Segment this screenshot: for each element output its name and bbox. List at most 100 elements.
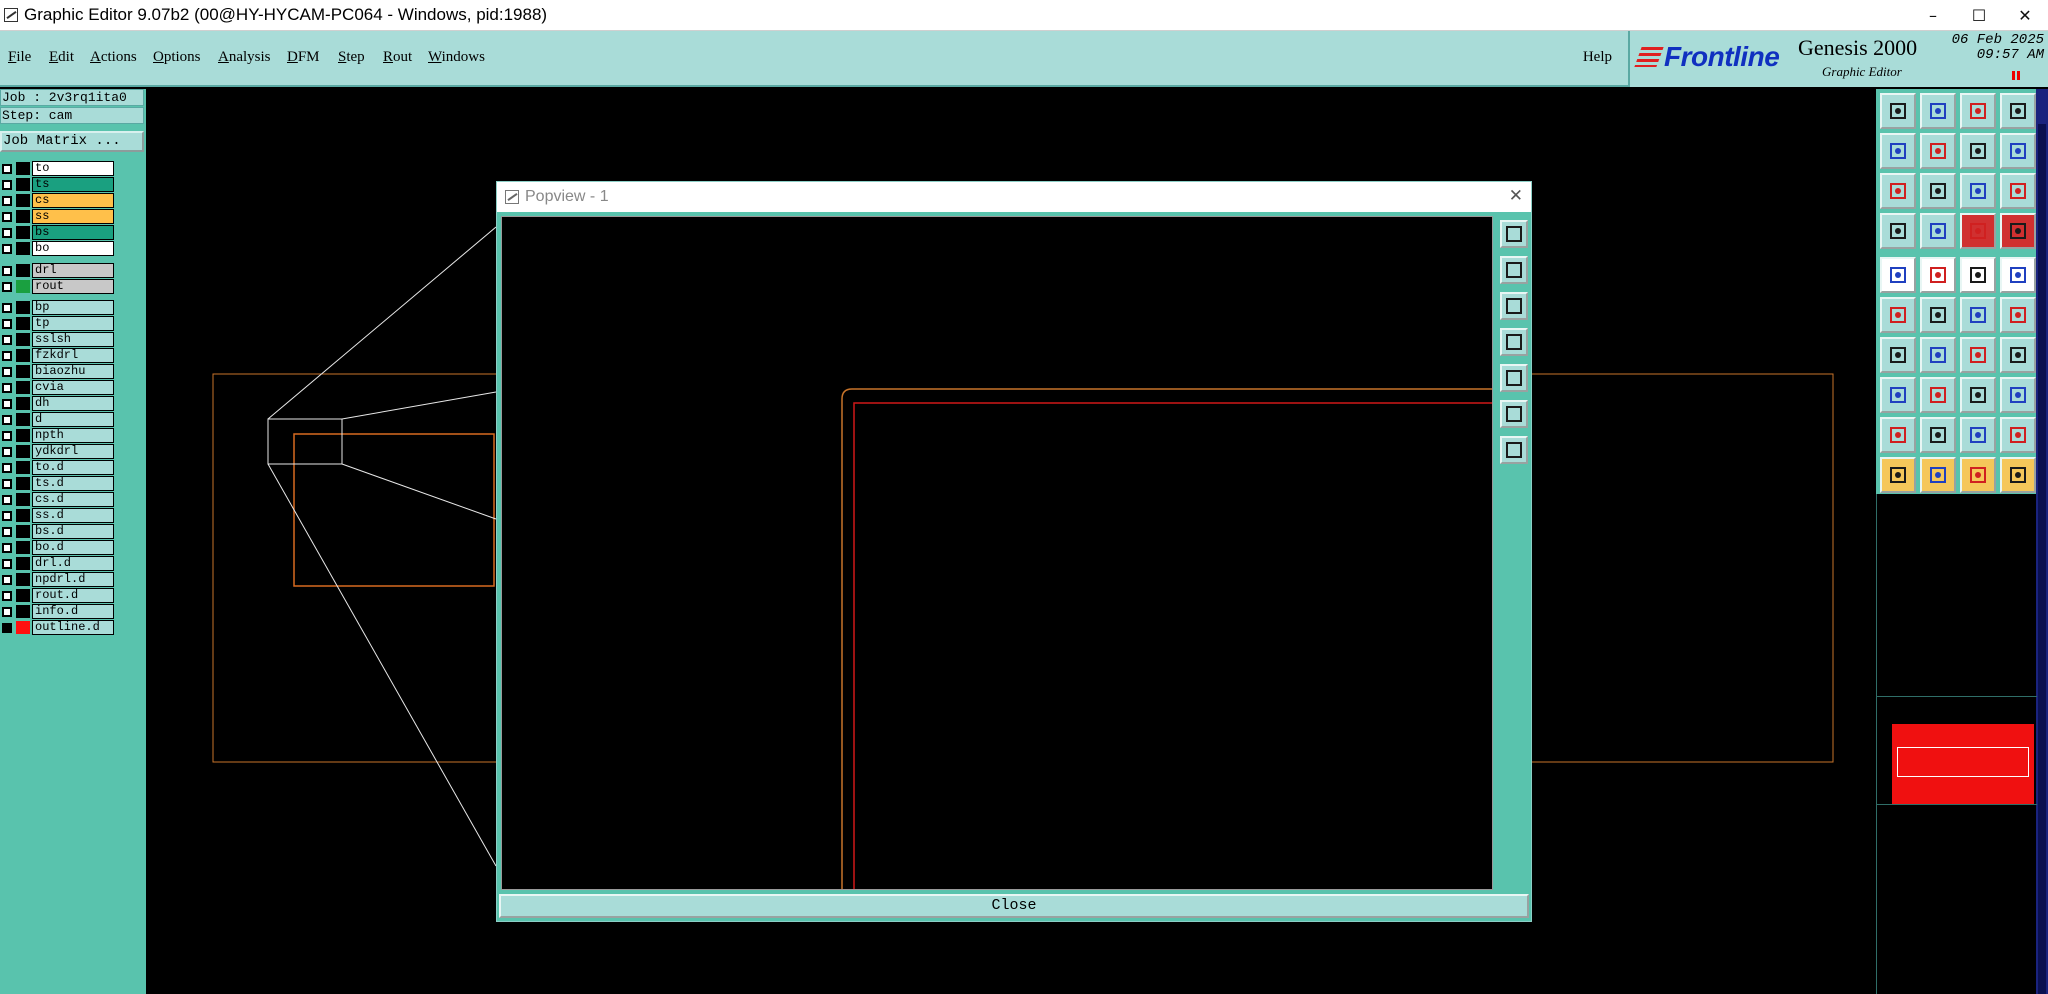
layer-checkbox[interactable] bbox=[2, 180, 12, 190]
menu-dfm[interactable]: DFM bbox=[287, 49, 320, 66]
layer-checkbox[interactable] bbox=[2, 495, 12, 505]
layer-name[interactable]: fzkdrl bbox=[32, 348, 114, 363]
layer-row[interactable]: bo.d bbox=[0, 540, 118, 555]
layer-row[interactable]: ss.d bbox=[0, 508, 118, 523]
minimize-button[interactable]: – bbox=[1910, 0, 1956, 31]
layer-row[interactable]: drl bbox=[0, 263, 118, 278]
layer-row[interactable]: rout.d bbox=[0, 588, 118, 603]
layer-row[interactable]: cs.d bbox=[0, 492, 118, 507]
layer-checkbox[interactable] bbox=[2, 282, 12, 292]
pan-left-icon[interactable] bbox=[1880, 133, 1916, 169]
menu-file[interactable]: File bbox=[8, 49, 31, 66]
angle-icon[interactable] bbox=[1880, 337, 1916, 373]
zoom-in-icon[interactable] bbox=[1920, 93, 1956, 129]
surface-icon[interactable] bbox=[1960, 257, 1996, 293]
layer-row[interactable]: dh bbox=[0, 396, 118, 411]
layer-name[interactable]: bo.d bbox=[32, 540, 114, 555]
layer-row[interactable]: d bbox=[0, 412, 118, 427]
zoom-out-icon[interactable] bbox=[1960, 93, 1996, 129]
layer-name[interactable]: cs bbox=[32, 193, 114, 208]
menu-help[interactable]: Help bbox=[1583, 49, 1612, 66]
layer-color-swatch[interactable] bbox=[16, 210, 30, 223]
layer-color-swatch[interactable] bbox=[16, 333, 30, 346]
layer-color-swatch[interactable] bbox=[16, 573, 30, 586]
help-icon[interactable] bbox=[2000, 173, 2036, 209]
layer-row[interactable]: ss bbox=[0, 209, 118, 224]
layer-checkbox[interactable] bbox=[2, 431, 12, 441]
layer-row[interactable]: outline.d bbox=[0, 620, 118, 635]
pad-icon[interactable] bbox=[1880, 257, 1916, 293]
layer-checkbox[interactable] bbox=[2, 575, 12, 585]
menu-windows[interactable]: Windows bbox=[428, 49, 485, 66]
fit-icon[interactable] bbox=[1880, 173, 1916, 209]
navigator-panel[interactable] bbox=[1876, 494, 2037, 994]
layer-checkbox[interactable] bbox=[2, 527, 12, 537]
layer-color-swatch[interactable] bbox=[16, 301, 30, 314]
pv-zoom-in-icon[interactable] bbox=[1500, 256, 1528, 284]
layer-color-swatch[interactable] bbox=[16, 381, 30, 394]
layer-checkbox[interactable] bbox=[2, 367, 12, 377]
layer-checkbox[interactable] bbox=[2, 351, 12, 361]
layer-row[interactable]: drl.d bbox=[0, 556, 118, 571]
menu-analysis[interactable]: Analysis bbox=[218, 49, 271, 66]
layer-name[interactable]: to bbox=[32, 161, 114, 176]
snap-icon[interactable] bbox=[1880, 213, 1916, 249]
layer-color-swatch[interactable] bbox=[16, 509, 30, 522]
layer-color-swatch[interactable] bbox=[16, 557, 30, 570]
layer-checkbox[interactable] bbox=[2, 559, 12, 569]
layer-color-swatch[interactable] bbox=[16, 397, 30, 410]
layer-row[interactable]: ts.d bbox=[0, 476, 118, 491]
layer-color-swatch[interactable] bbox=[16, 445, 30, 458]
layer-name[interactable]: to.d bbox=[32, 460, 114, 475]
menu-options[interactable]: Options bbox=[153, 49, 201, 66]
step-icon[interactable] bbox=[1960, 377, 1996, 413]
maximize-button[interactable]: ☐ bbox=[1956, 0, 2002, 31]
layer-checkbox[interactable] bbox=[2, 164, 12, 174]
layer-row[interactable]: bp bbox=[0, 300, 118, 315]
undo-view-icon[interactable] bbox=[1960, 133, 1996, 169]
layer-color-swatch[interactable] bbox=[16, 317, 30, 330]
slash-icon[interactable] bbox=[1920, 337, 1956, 373]
layer-color-swatch[interactable] bbox=[16, 349, 30, 362]
layer-color-swatch[interactable] bbox=[16, 605, 30, 618]
layer-row[interactable]: biaozhu bbox=[0, 364, 118, 379]
layer-name[interactable]: info.d bbox=[32, 604, 114, 619]
layer-checkbox[interactable] bbox=[2, 303, 12, 313]
triangle-icon[interactable] bbox=[1880, 417, 1916, 453]
layer-name[interactable]: ydkdrl bbox=[32, 444, 114, 459]
layer-color-swatch[interactable] bbox=[16, 461, 30, 474]
layer-checkbox[interactable] bbox=[2, 266, 12, 276]
layer-name[interactable]: bo bbox=[32, 241, 114, 256]
layer-row[interactable]: ydkdrl bbox=[0, 444, 118, 459]
pv-zoom-out-icon[interactable] bbox=[1500, 292, 1528, 320]
layer-color-swatch[interactable] bbox=[16, 178, 30, 191]
connect-icon[interactable] bbox=[1880, 297, 1916, 333]
layer-name[interactable]: cs.d bbox=[32, 492, 114, 507]
layer-row[interactable]: to.d bbox=[0, 460, 118, 475]
layer-name[interactable]: drl bbox=[32, 263, 114, 278]
layer-color-swatch[interactable] bbox=[16, 280, 30, 293]
layer-row[interactable]: fzkdrl bbox=[0, 348, 118, 363]
layer-checkbox[interactable] bbox=[2, 607, 12, 617]
layer-checkbox[interactable] bbox=[2, 623, 12, 633]
layer-row[interactable]: cs bbox=[0, 193, 118, 208]
layer-checkbox[interactable] bbox=[2, 335, 12, 345]
layer-name[interactable]: bs bbox=[32, 225, 114, 240]
layer-name[interactable]: npdrl.d bbox=[32, 572, 114, 587]
line-icon[interactable] bbox=[1920, 257, 1956, 293]
layer-color-swatch[interactable] bbox=[16, 162, 30, 175]
measure-alt-icon[interactable] bbox=[2000, 213, 2036, 249]
layer-color-swatch[interactable] bbox=[16, 477, 30, 490]
group-icon[interactable] bbox=[2000, 377, 2036, 413]
layer-checkbox[interactable] bbox=[2, 196, 12, 206]
pointer-icon[interactable] bbox=[1960, 457, 1996, 493]
layer-row[interactable]: ts bbox=[0, 177, 118, 192]
letter-a-bold-icon[interactable] bbox=[2000, 417, 2036, 453]
layer-name[interactable]: biaozhu bbox=[32, 364, 114, 379]
home-icon[interactable] bbox=[1880, 93, 1916, 129]
layer-name[interactable]: rout bbox=[32, 279, 114, 294]
layer-checkbox[interactable] bbox=[2, 543, 12, 553]
layer-row[interactable]: bs.d bbox=[0, 524, 118, 539]
layer-row[interactable]: npdrl.d bbox=[0, 572, 118, 587]
layer-row[interactable]: sslsh bbox=[0, 332, 118, 347]
